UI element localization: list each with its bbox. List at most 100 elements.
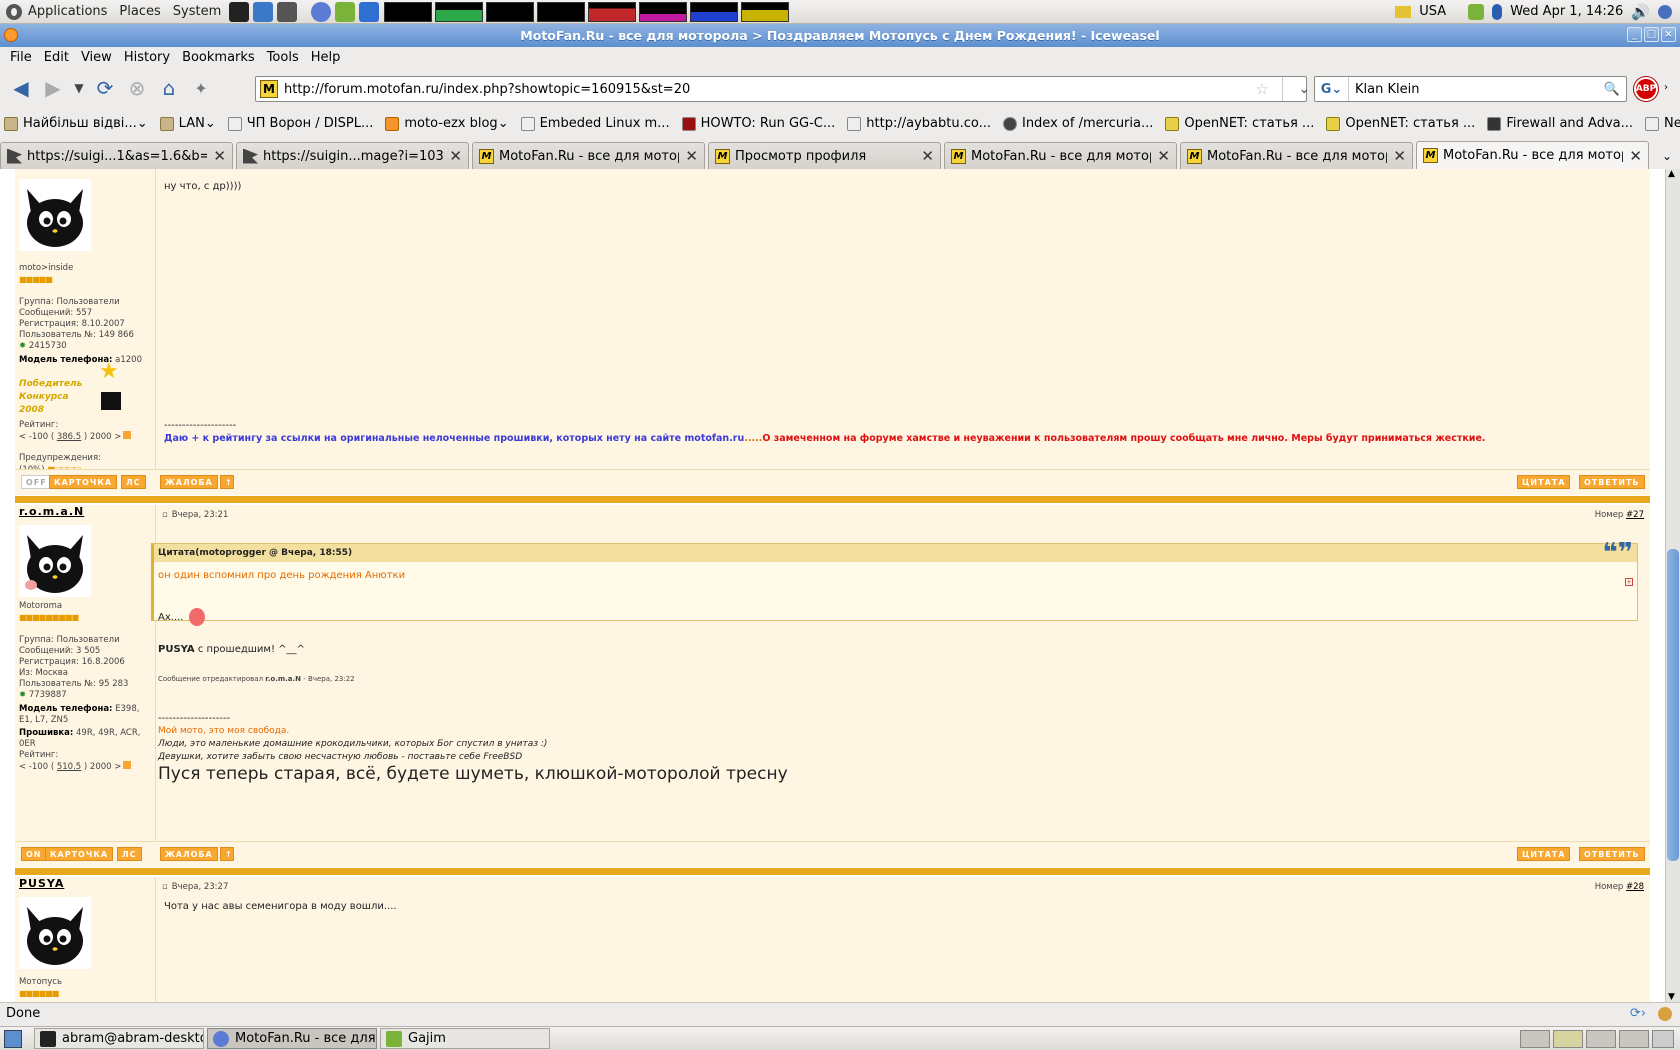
window-titlebar[interactable]: MotoFan.Ru - все для моторола > Поздравл…: [0, 24, 1680, 47]
workspace-1[interactable]: [384, 1, 433, 22]
stop-icon[interactable]: ⊗: [122, 73, 152, 103]
workspace-switcher[interactable]: [1520, 1029, 1674, 1048]
user-icon[interactable]: [1658, 4, 1672, 19]
menu-bookmarks[interactable]: Bookmarks: [176, 50, 261, 65]
tab-close-icon[interactable]: ✕: [213, 147, 226, 165]
bookmark-lan[interactable]: LAN ⌄: [159, 116, 216, 131]
tool-icon[interactable]: ✦: [186, 73, 216, 103]
network-icon[interactable]: [311, 1, 332, 22]
google-engine-icon[interactable]: G⌄: [1315, 77, 1349, 101]
scrollbar-thumb[interactable]: [1667, 549, 1679, 861]
bookmark-mercurial[interactable]: Index of /mercuria...: [1002, 116, 1153, 131]
report-button[interactable]: ЖАЛОБА: [160, 475, 218, 489]
sync-icon[interactable]: ⟳›: [1630, 1006, 1646, 1021]
menu-history[interactable]: History: [118, 50, 176, 65]
bookmark-opennet-1[interactable]: OpenNET: статья ...: [1165, 116, 1314, 131]
menu-view[interactable]: View: [75, 50, 118, 65]
avatar[interactable]: [19, 897, 91, 969]
workspace-5[interactable]: [588, 1, 637, 22]
tab-7-active[interactable]: M MotoFan.Ru - все для мотор... ✕: [1416, 141, 1649, 169]
workspace-7[interactable]: [690, 1, 739, 22]
clock[interactable]: Wed Apr 1, 14:26: [1510, 4, 1623, 19]
bookmark-embedded-linux[interactable]: Embeded Linux m...: [520, 116, 670, 131]
tab-close-icon[interactable]: ✕: [1157, 147, 1170, 165]
places-menu[interactable]: Places: [113, 0, 166, 24]
keyboard-layout[interactable]: USA: [1419, 4, 1446, 19]
reply-button[interactable]: ОТВЕТИТЬ: [1579, 847, 1645, 861]
scroll-down-arrow-icon[interactable]: ▼: [1668, 992, 1675, 1002]
minimize-icon[interactable]: _: [1627, 27, 1642, 42]
applications-menu[interactable]: Applications: [0, 0, 113, 24]
workspace-cell[interactable]: [1586, 1029, 1616, 1048]
url-bar[interactable]: M http://forum.motofan.ru/index.php?show…: [255, 76, 1310, 102]
menu-file[interactable]: File: [4, 50, 38, 65]
rating-value[interactable]: 386.5: [57, 432, 81, 442]
taskbar-gajim[interactable]: Gajim: [380, 1028, 550, 1049]
show-desktop-icon[interactable]: [4, 1029, 22, 1048]
pm-button[interactable]: ЛС: [121, 475, 146, 489]
url-text[interactable]: http://forum.motofan.ru/index.php?showto…: [284, 82, 690, 97]
avatar[interactable]: [19, 179, 91, 251]
bookmark-voron[interactable]: ЧП Ворон / DISPL...: [227, 116, 373, 131]
url-dropdown[interactable]: ☆ ⌄: [1255, 77, 1310, 101]
search-input[interactable]: Klan Klein: [1349, 82, 1419, 97]
workspace-8[interactable]: [741, 1, 790, 22]
reload-icon[interactable]: ⟳: [90, 73, 120, 103]
adblock-icon[interactable]: ABP: [1634, 77, 1658, 101]
pm-button[interactable]: ЛС: [117, 847, 142, 861]
scroll-up-button[interactable]: ↑: [220, 847, 234, 861]
system-menu[interactable]: System: [167, 0, 227, 24]
reply-button[interactable]: ОТВЕТИТЬ: [1579, 475, 1645, 489]
profile-card-button[interactable]: КАРТОЧКА: [49, 475, 118, 489]
quote-button[interactable]: ЦИТАТА: [1517, 847, 1571, 861]
workspace-cell[interactable]: [1553, 1029, 1583, 1048]
rating-plus-icon[interactable]: [123, 761, 132, 769]
bookmark-aybabtu[interactable]: http://aybabtu.co...: [847, 116, 991, 131]
scroll-up-arrow-icon[interactable]: ▲: [1668, 169, 1675, 179]
taskbar-terminal[interactable]: abram@abram-deskto...: [34, 1028, 204, 1049]
update-icon[interactable]: [335, 1, 356, 22]
volume-icon[interactable]: 🔊: [1631, 3, 1650, 21]
toolbar-overflow-icon[interactable]: ›: [1664, 82, 1668, 93]
workspace-6[interactable]: [639, 1, 688, 22]
vertical-scrollbar[interactable]: ▲ ▼: [1665, 169, 1680, 1002]
tab-3[interactable]: M MotoFan.Ru - все для мотор... ✕: [472, 142, 705, 169]
tab-1[interactable]: https://suigi...1&as=1.6&b=w ✕: [0, 142, 233, 169]
quote-button[interactable]: ЦИТАТА: [1517, 475, 1571, 489]
bookmark-opennet-2[interactable]: OpenNET: статья ...: [1326, 116, 1475, 131]
workspace-cell[interactable]: [1619, 1029, 1649, 1048]
mail-icon[interactable]: [359, 1, 380, 22]
report-button[interactable]: ЖАЛОБА: [160, 847, 218, 861]
post-author-name[interactable]: r.o.m.a.N: [19, 505, 84, 518]
app-launcher-icon[interactable]: [277, 1, 298, 22]
rating-plus-icon[interactable]: [123, 431, 132, 439]
workspace-3[interactable]: [486, 1, 535, 22]
search-box[interactable]: G⌄ Klan Klein 🔍: [1314, 76, 1627, 102]
profile-card-button[interactable]: КАРТОЧКА: [45, 847, 114, 861]
tab-list-icon[interactable]: ⌄: [1654, 143, 1680, 169]
tab-2[interactable]: https://suigin...mage?i=103447✕: [236, 142, 469, 169]
taskbar-iceweasel[interactable]: MotoFan.Ru - все для ...: [207, 1028, 377, 1049]
tab-close-icon[interactable]: ✕: [921, 147, 934, 165]
scroll-up-button[interactable]: ↑: [220, 475, 234, 489]
bookmark-moto-ezx[interactable]: moto-ezx blog ⌄: [385, 116, 509, 131]
workspace-2[interactable]: [435, 1, 484, 22]
close-icon[interactable]: ×: [1661, 27, 1676, 42]
bookmark-firewall[interactable]: Firewall and Adva...: [1487, 116, 1633, 131]
terminal-launcher-icon[interactable]: [229, 1, 250, 22]
maximize-icon[interactable]: □: [1644, 27, 1659, 42]
tab-4[interactable]: M Просмотр профиля ✕: [708, 142, 941, 169]
quote-expand-icon[interactable]: +: [1625, 578, 1633, 586]
tab-6[interactable]: M MotoFan.Ru - все для мотор... ✕: [1180, 142, 1413, 169]
bookmark-star-icon[interactable]: ☆: [1255, 80, 1268, 98]
tab-close-icon[interactable]: ✕: [449, 147, 462, 165]
menu-help[interactable]: Help: [305, 50, 347, 65]
bluetooth-icon[interactable]: [1492, 3, 1503, 20]
menu-tools[interactable]: Tools: [261, 50, 305, 65]
post-author-name[interactable]: PUSYA: [19, 877, 64, 890]
tab-close-icon[interactable]: ✕: [1393, 147, 1406, 165]
tab-5[interactable]: M MotoFan.Ru - все для мотор... ✕: [944, 142, 1177, 169]
tab-close-icon[interactable]: ✕: [1629, 147, 1642, 165]
back-arrow-icon[interactable]: ◀: [6, 73, 36, 103]
workspace-4[interactable]: [537, 1, 586, 22]
